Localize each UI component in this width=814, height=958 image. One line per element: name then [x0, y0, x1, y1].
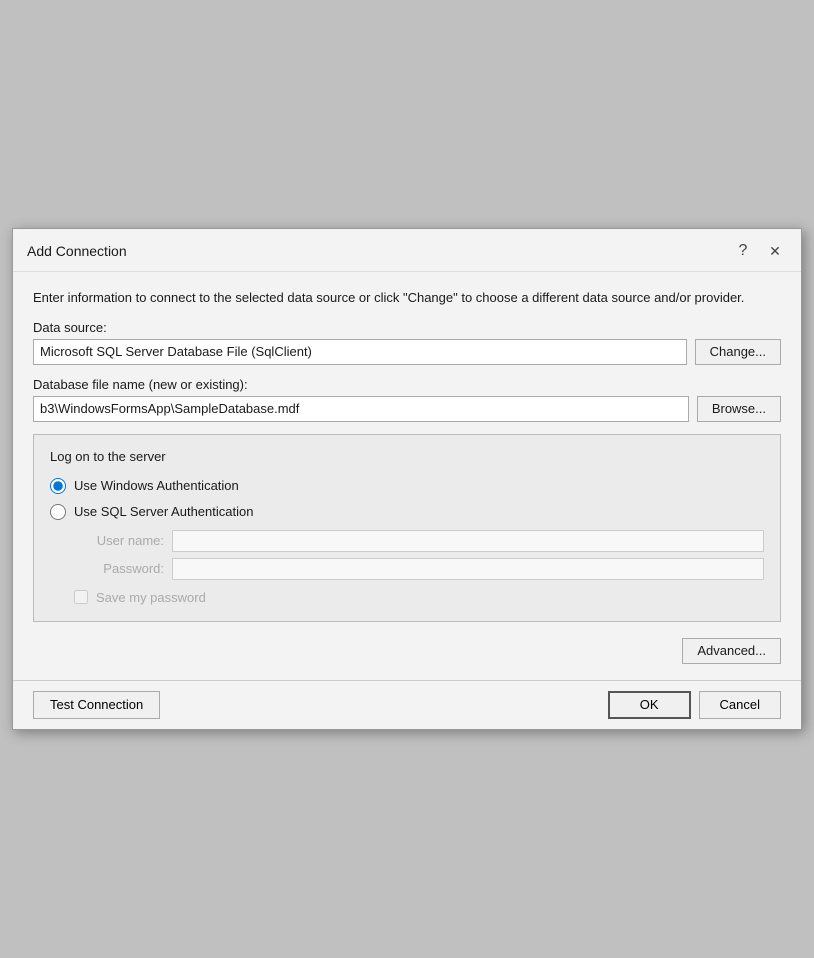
database-file-label: Database file name (new or existing): [33, 377, 781, 392]
dialog-footer: Test Connection OK Cancel [13, 680, 801, 729]
database-file-group: Database file name (new or existing): Br… [33, 377, 781, 422]
dialog-body: Enter information to connect to the sele… [13, 272, 801, 680]
save-password-row: Save my password [74, 590, 764, 605]
browse-button[interactable]: Browse... [697, 396, 781, 422]
ok-button[interactable]: OK [608, 691, 691, 719]
title-bar-left: Add Connection [27, 243, 127, 259]
windows-auth-label: Use Windows Authentication [74, 478, 239, 493]
sql-auth-row[interactable]: Use SQL Server Authentication [50, 504, 764, 520]
windows-auth-row[interactable]: Use Windows Authentication [50, 478, 764, 494]
database-file-input[interactable] [33, 396, 689, 422]
close-button[interactable]: ✕ [761, 237, 789, 265]
data-source-group: Data source: Change... [33, 320, 781, 365]
data-source-input[interactable] [33, 339, 687, 365]
advanced-row: Advanced... [33, 634, 781, 664]
username-row: User name: [74, 530, 764, 552]
database-file-row: Browse... [33, 396, 781, 422]
username-input[interactable] [172, 530, 764, 552]
footer-right-buttons: OK Cancel [608, 691, 781, 719]
advanced-button[interactable]: Advanced... [682, 638, 781, 664]
save-password-checkbox[interactable] [74, 590, 88, 604]
save-password-label: Save my password [96, 590, 206, 605]
sql-auth-radio[interactable] [50, 504, 66, 520]
username-label: User name: [74, 533, 164, 548]
title-bar: Add Connection ? ✕ [13, 229, 801, 272]
data-source-label: Data source: [33, 320, 781, 335]
cancel-button[interactable]: Cancel [699, 691, 781, 719]
password-input[interactable] [172, 558, 764, 580]
change-button[interactable]: Change... [695, 339, 781, 365]
title-bar-right: ? ✕ [729, 237, 789, 265]
sql-auth-fields: User name: Password: [74, 530, 764, 580]
test-connection-button[interactable]: Test Connection [33, 691, 160, 719]
data-source-row: Change... [33, 339, 781, 365]
help-button[interactable]: ? [729, 237, 757, 265]
password-label: Password: [74, 561, 164, 576]
add-connection-dialog: Add Connection ? ✕ Enter information to … [12, 228, 802, 730]
description-text: Enter information to connect to the sele… [33, 288, 781, 308]
dialog-title: Add Connection [27, 243, 127, 259]
password-row: Password: [74, 558, 764, 580]
windows-auth-radio[interactable] [50, 478, 66, 494]
logon-group: Log on to the server Use Windows Authent… [33, 434, 781, 622]
logon-title: Log on to the server [50, 449, 764, 464]
sql-auth-label: Use SQL Server Authentication [74, 504, 253, 519]
